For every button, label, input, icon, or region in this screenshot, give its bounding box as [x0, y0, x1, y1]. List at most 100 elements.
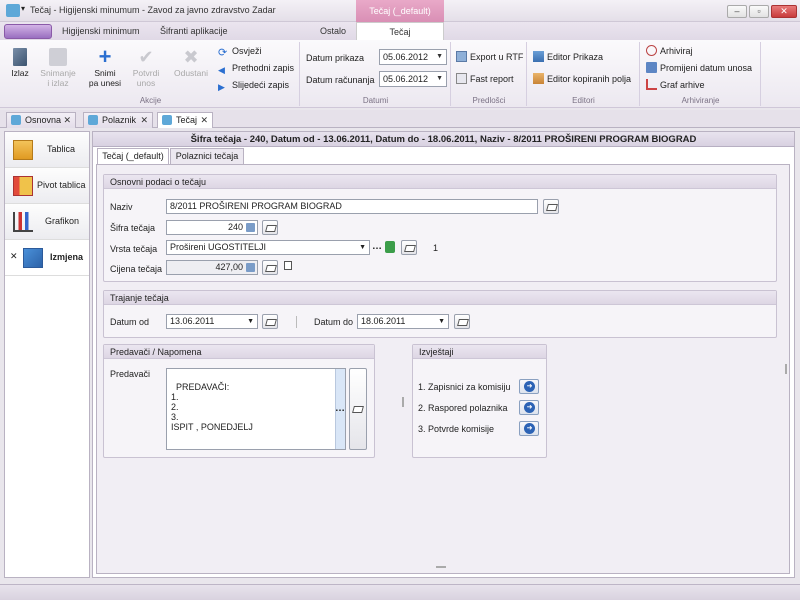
- horizontal-splitter-handle[interactable]: [436, 566, 446, 568]
- editor-prikaza-button[interactable]: Editor Prikaza: [533, 50, 603, 64]
- promijeni-label: Promijeni datum unosa: [660, 63, 753, 73]
- cijena-field[interactable]: 427,00: [166, 260, 258, 275]
- close-tab-icon[interactable]: ✕: [140, 113, 148, 128]
- cijena-edit-button[interactable]: [262, 260, 278, 275]
- window-title: Tečaj - Higijenski minumum - Zavod za ja…: [30, 5, 276, 15]
- sifra-edit-button[interactable]: [262, 220, 278, 235]
- doc-tab-osnovna[interactable]: Osnovna ✕: [6, 112, 76, 128]
- cijena-label: Cijena tečaja: [110, 264, 163, 274]
- nav-label: Grafikon: [45, 216, 80, 226]
- datum-racunanja-combo[interactable]: 05.06.2012 ▼: [379, 71, 447, 87]
- predavaci-memo-text: PREDAVAČI: 1. 2. 3. ISPIT , PONEDJELJ: [171, 382, 253, 432]
- vrsta-lookup-ellipsis[interactable]: …: [372, 241, 382, 252]
- predavaci-memo[interactable]: PREDAVAČI: 1. 2. 3. ISPIT , PONEDJELJ: [166, 368, 346, 450]
- arhiviraj-button[interactable]: Arhiviraj: [646, 44, 693, 58]
- nav-izmjena[interactable]: ✕ Izmjena: [5, 240, 89, 276]
- app-icon[interactable]: [6, 4, 20, 17]
- vrsta-label: Vrsta tečaja: [110, 244, 158, 254]
- izvjestaj-zapisnici-button[interactable]: [519, 379, 539, 394]
- editor-grid-icon: [533, 51, 544, 62]
- export-rtf-button[interactable]: Export u RTF: [456, 50, 523, 64]
- calculator-icon[interactable]: [246, 263, 255, 272]
- dropdown-arrow-icon: ▼: [436, 75, 443, 82]
- izvjestaj-raspored-button[interactable]: [519, 400, 539, 415]
- application-menu-button[interactable]: [4, 24, 52, 39]
- minimize-button[interactable]: ‒: [727, 5, 747, 18]
- datum-prikaza-label: Datum prikaza: [306, 53, 365, 63]
- nav-grafikon[interactable]: Grafikon: [5, 204, 89, 240]
- divider: [296, 316, 297, 328]
- group-title: Osnovni podaci o tečaju: [104, 175, 776, 189]
- graf-arhive-button[interactable]: Graf arhive: [646, 78, 705, 92]
- datum-do-combo[interactable]: 18.06.2011 ▼: [357, 314, 449, 329]
- snimanje-izlaz-button[interactable]: Snimanje i izlaz: [36, 48, 80, 88]
- vrsta-edit-button[interactable]: [401, 240, 417, 255]
- copy-fields-icon: [533, 73, 544, 84]
- close-x-icon[interactable]: ✕: [10, 251, 18, 262]
- refresh-lookup-icon[interactable]: [385, 241, 395, 253]
- datum-od-edit-button[interactable]: [262, 314, 278, 329]
- inner-tab-polaznici[interactable]: Polaznici tečaja: [170, 148, 244, 164]
- potvrdi-button[interactable]: ✔ Potvrdi unos: [128, 48, 164, 88]
- prethodni-label: Prethodni zapis: [232, 63, 295, 73]
- tab-ostalo[interactable]: Ostalo: [320, 22, 346, 40]
- datum-do-edit-button[interactable]: [454, 314, 470, 329]
- nav-label: Tablica: [47, 144, 76, 154]
- group-title: Trajanje tečaja: [104, 291, 776, 305]
- vrsta-value: Prošireni UGOSTITELJI: [170, 242, 267, 252]
- doc-tab-polaznik[interactable]: Polaznik ✕: [83, 112, 153, 128]
- bar-chart-icon: [13, 212, 33, 232]
- predavaci-label: Predavači: [110, 369, 151, 379]
- tab-tecaj[interactable]: Tečaj: [356, 22, 444, 40]
- close-button[interactable]: ✕: [771, 5, 797, 18]
- quick-access-dropdown-icon[interactable]: ▾: [21, 4, 25, 13]
- close-tab-icon[interactable]: ✕: [200, 113, 208, 128]
- nav-tablica[interactable]: Tablica: [5, 132, 89, 168]
- splitter-handle[interactable]: [402, 397, 404, 407]
- datum-prikaza-combo[interactable]: 05.06.2012 ▼: [379, 49, 447, 65]
- archive-clock-icon: [646, 45, 657, 56]
- status-bar: [0, 584, 800, 600]
- datum-od-combo[interactable]: 13.06.2011 ▼: [166, 314, 258, 329]
- small-copy-icon[interactable]: [284, 261, 292, 270]
- maximize-button[interactable]: ▫: [749, 5, 769, 18]
- odustani-button[interactable]: ✖ Odustani: [170, 48, 212, 78]
- group-label: Datumi: [362, 96, 389, 105]
- naziv-field[interactable]: 8/2011 PROŠIRENI PROGRAM BIOGRAD: [166, 199, 538, 214]
- doc-tab-label: Polaznik: [102, 115, 137, 125]
- memo-side-button[interactable]: [349, 368, 367, 450]
- tab-app-icon: [11, 115, 21, 125]
- export-label: Export u RTF: [470, 52, 524, 62]
- editor-kopiranih-button[interactable]: Editor kopiranih polja: [533, 72, 631, 86]
- fast-report-button[interactable]: Fast report: [456, 72, 514, 86]
- vrsta-combo[interactable]: Prošireni UGOSTITELJI ▼: [166, 240, 370, 255]
- inner-tab-tecaj-default[interactable]: Tečaj (_default): [97, 148, 169, 165]
- close-tab-icon[interactable]: ✕: [63, 113, 71, 128]
- doc-tab-tecaj[interactable]: Tečaj ✕: [157, 112, 213, 128]
- calculator-icon[interactable]: [246, 223, 255, 232]
- izvjestaj-zapisnici-label: 1. Zapisnici za komisiju: [418, 382, 511, 392]
- tab-sifranti-aplikacije[interactable]: Šifranti aplikacije: [160, 22, 228, 40]
- group-label: Editori: [572, 96, 595, 105]
- vertical-splitter-handle[interactable]: [785, 364, 787, 374]
- izvjestaj-potvrde-button[interactable]: [519, 421, 539, 436]
- odustani-label: Odustani: [173, 68, 209, 78]
- sifra-label: Šifra tečaja: [110, 223, 156, 233]
- sifra-field[interactable]: 240: [166, 220, 258, 235]
- sljedeci-zapis-button[interactable]: ▶ Slijedeći zapis: [218, 78, 289, 92]
- snimi-button[interactable]: + Snimi pa unesi: [84, 46, 126, 89]
- refresh-icon: ⟳: [218, 47, 228, 59]
- naziv-edit-button[interactable]: [543, 199, 559, 214]
- arrow-right-icon: ▶: [218, 82, 225, 92]
- memo-ellipsis-button[interactable]: …: [335, 403, 345, 414]
- tab-higijenski-minimum[interactable]: Higijenski minimum: [62, 22, 140, 40]
- calendar-icon: [646, 62, 657, 73]
- prethodni-zapis-button[interactable]: ◀ Prethodni zapis: [218, 61, 294, 75]
- nav-pivot-tablica[interactable]: Pivot tablica: [5, 168, 89, 204]
- izlaz-button[interactable]: Izlaz: [6, 48, 34, 78]
- osvjezi-button[interactable]: ⟳ Osvježi: [218, 44, 262, 59]
- potvrdi-label: Potvrdi unos: [132, 68, 160, 88]
- save-exit-icon: [49, 48, 67, 66]
- promijeni-datum-button[interactable]: Promijeni datum unosa: [646, 61, 752, 75]
- datum-do-label: Datum do: [314, 317, 354, 327]
